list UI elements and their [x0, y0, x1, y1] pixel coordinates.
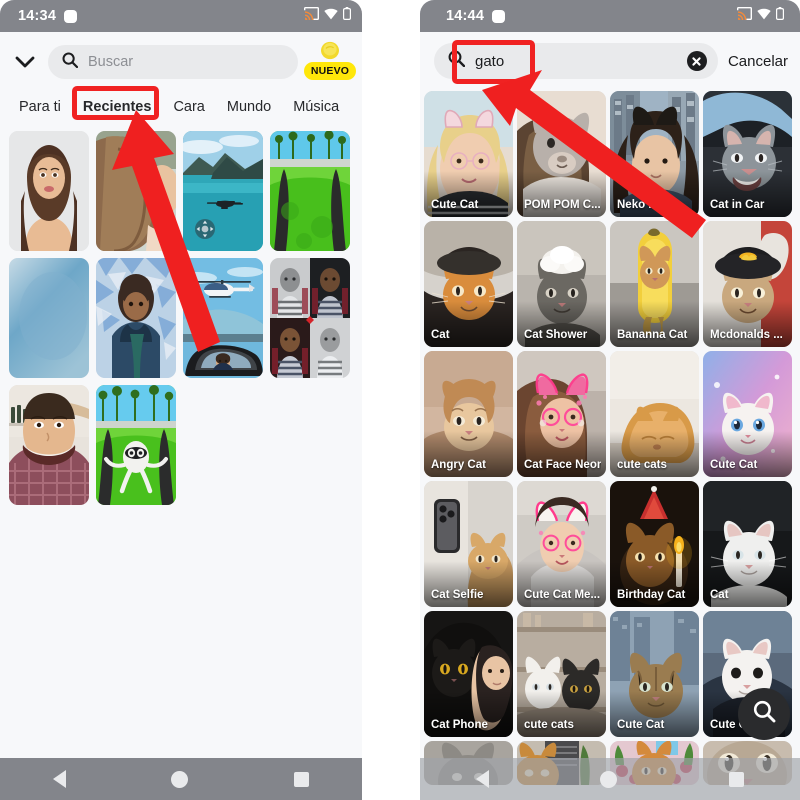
- result-tile[interactable]: cute cats: [610, 351, 699, 477]
- cast-icon: [737, 7, 752, 25]
- right-search-row: gato Cancelar: [420, 32, 800, 89]
- search-fab[interactable]: [738, 688, 790, 740]
- search-input[interactable]: Buscar: [48, 45, 298, 79]
- battery-icon: [776, 7, 785, 25]
- lens-thumb-blonde-hair[interactable]: [96, 131, 176, 251]
- left-lens-grid: [0, 128, 362, 505]
- result-tile[interactable]: Bananna Cat: [610, 221, 699, 347]
- search-icon: [448, 50, 466, 72]
- lens-thumb-helicopter-car[interactable]: [183, 258, 263, 378]
- coin-icon: [319, 40, 341, 61]
- result-label: Cat: [431, 329, 450, 341]
- result-tile[interactable]: Cat Shower: [517, 221, 606, 347]
- cast-icon: [304, 7, 319, 25]
- result-tile[interactable]: Birthday Cat: [610, 481, 699, 607]
- tab-musica[interactable]: Música: [282, 94, 350, 120]
- result-tile[interactable]: Cat Phone: [424, 611, 513, 737]
- tab-cara[interactable]: Cara: [162, 94, 215, 120]
- result-tile[interactable]: cute cats: [517, 611, 606, 737]
- right-status-bar: 14:44: [420, 0, 800, 32]
- result-label: Cute Cat: [431, 199, 479, 211]
- result-tile[interactable]: Cat Selfie: [424, 481, 513, 607]
- result-label: Cat Shower: [524, 329, 588, 341]
- result-tile[interactable]: Cute Cat: [424, 91, 513, 217]
- lens-thumb-lake-helicopter[interactable]: [183, 131, 263, 251]
- wifi-icon: [324, 7, 338, 25]
- result-tile[interactable]: Cat Face Neon: [517, 351, 606, 477]
- lens-thumb-blue-gradient[interactable]: [9, 258, 89, 378]
- lens-thumb-big-smile-face[interactable]: [9, 385, 89, 505]
- result-label: Cat Face Neon: [524, 459, 601, 471]
- result-label: Cute Cat: [710, 459, 758, 471]
- result-label: Angry Cat: [431, 459, 486, 471]
- result-label: Birthday Cat: [617, 589, 686, 601]
- result-tile[interactable]: Mcdonalds ...: [703, 221, 792, 347]
- lens-thumb-portrait-woman[interactable]: [9, 131, 89, 251]
- left-tabs: Para ti Recientes Cara Mundo Música: [0, 90, 362, 128]
- result-tile[interactable]: Cat: [703, 481, 792, 607]
- cancel-button[interactable]: Cancelar: [728, 53, 788, 70]
- tab-recientes[interactable]: Recientes: [72, 94, 163, 120]
- result-label: Cat in Car: [710, 199, 765, 211]
- result-tile[interactable]: POM POM C...: [517, 91, 606, 217]
- left-status-bar: 14:34: [0, 0, 362, 32]
- result-tile[interactable]: Cute Cat: [610, 611, 699, 737]
- lens-thumb-mosaic-portrait[interactable]: [96, 258, 176, 378]
- back-icon[interactable]: [475, 770, 489, 788]
- tab-mundo[interactable]: Mundo: [216, 94, 282, 120]
- wifi-icon: [757, 7, 771, 25]
- status-notification-dot: [64, 9, 78, 23]
- status-icons: [737, 7, 785, 25]
- right-results-grid: Cute Cat POM POM C... Neko Mim.. Cat in …: [420, 89, 800, 785]
- result-label: Cat Selfie: [431, 589, 484, 601]
- result-label: POM POM C...: [524, 199, 601, 211]
- result-label: Cat: [710, 589, 729, 601]
- search-input[interactable]: gato: [434, 43, 718, 79]
- result-label: Mcdonalds ...: [710, 329, 783, 341]
- result-tile[interactable]: Angry Cat: [424, 351, 513, 477]
- home-icon[interactable]: [600, 770, 618, 788]
- tab-para-ti[interactable]: Para ti: [8, 94, 72, 120]
- result-tile[interactable]: Cute Cat: [703, 351, 792, 477]
- search-placeholder: Buscar: [88, 54, 134, 70]
- chevron-down-icon[interactable]: [10, 47, 40, 77]
- status-notification-dot: [492, 9, 506, 23]
- result-label: Neko Mim..: [617, 199, 678, 211]
- status-time: 14:34: [18, 8, 57, 24]
- right-phone-panel: 14:44 gato Cancelar Cute Cat POM POM C..…: [420, 0, 800, 800]
- right-nav-bar: [420, 758, 800, 800]
- left-phone-panel: 14:34 Buscar NUEVO Para ti Recientes Car…: [0, 0, 362, 800]
- left-search-row: Buscar NUEVO: [0, 32, 362, 90]
- result-label: cute cats: [524, 719, 574, 731]
- result-label: Cute Cat Me...: [524, 589, 601, 601]
- lens-thumb-green-grass[interactable]: [270, 131, 350, 251]
- recents-icon[interactable]: [729, 771, 745, 787]
- result-tile[interactable]: Neko Mim..: [610, 91, 699, 217]
- result-label: Bananna Cat: [617, 329, 688, 341]
- status-time: 14:44: [446, 8, 485, 24]
- back-icon[interactable]: [52, 770, 66, 788]
- result-label: Cat Phone: [431, 719, 488, 731]
- lens-thumb-dancing-egg[interactable]: [96, 385, 176, 505]
- promo-badge-label: NUEVO: [303, 62, 357, 80]
- status-icons: [304, 7, 352, 25]
- promo-badge[interactable]: NUEVO: [303, 40, 357, 82]
- home-icon[interactable]: [171, 770, 189, 788]
- result-tile[interactable]: Cat: [424, 221, 513, 347]
- search-icon: [753, 700, 776, 728]
- recents-icon[interactable]: [294, 771, 310, 787]
- result-tile[interactable]: Cute Cat Me...: [517, 481, 606, 607]
- result-label: Cute Cat: [617, 719, 665, 731]
- search-icon: [62, 52, 79, 73]
- result-tile[interactable]: Cat in Car: [703, 91, 792, 217]
- left-nav-bar: [0, 758, 362, 800]
- lens-thumb-four-panel-portrait[interactable]: [270, 258, 350, 378]
- result-label: cute cats: [617, 459, 667, 471]
- battery-icon: [343, 7, 352, 25]
- search-value: gato: [475, 52, 505, 70]
- close-icon[interactable]: [686, 51, 707, 71]
- screenshot-stage: 14:34 Buscar NUEVO Para ti Recientes Car…: [0, 0, 800, 800]
